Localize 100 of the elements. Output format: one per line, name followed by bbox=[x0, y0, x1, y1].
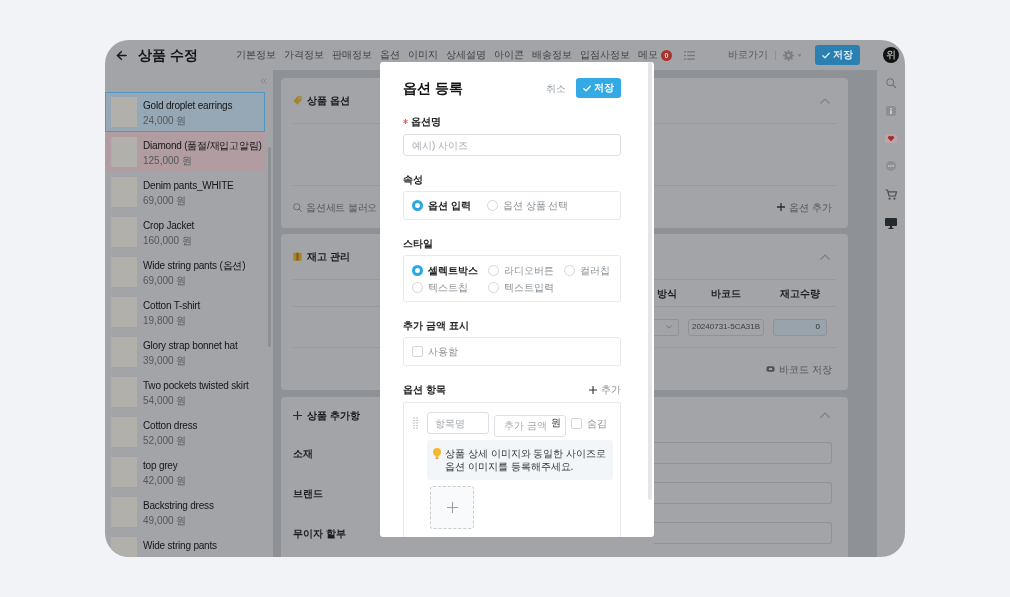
product-name: Cotton dress bbox=[143, 419, 198, 432]
radio-option[interactable]: 텍스트입력 bbox=[488, 279, 554, 295]
nav-tab[interactable]: 판매정보 bbox=[331, 49, 372, 61]
product-item[interactable]: Cotton dress 52,000 원 bbox=[105, 412, 265, 452]
currency-label: 원 bbox=[551, 416, 561, 429]
product-name: Denim pants_WHITE bbox=[143, 179, 234, 192]
nav-tab[interactable]: 가격정보 bbox=[283, 49, 324, 61]
product-price: 19,800 원 bbox=[143, 314, 188, 327]
cancel-button[interactable]: 취소 bbox=[546, 81, 566, 95]
product-item[interactable]: Two pockets twisted skirt 54,000 원 bbox=[105, 372, 265, 412]
product-name: Glory strap bonnet hat bbox=[143, 339, 238, 352]
lightbulb-icon bbox=[433, 448, 441, 459]
list-icon[interactable] bbox=[683, 50, 695, 60]
product-price: 125,000 원 bbox=[143, 154, 193, 167]
nav-tab[interactable]: 입점사정보 bbox=[579, 49, 630, 61]
photo-placeholder bbox=[111, 537, 137, 557]
nav-tab[interactable]: 상세설명 bbox=[445, 49, 486, 61]
box-icon bbox=[293, 252, 302, 261]
product-item[interactable]: Backstring dress 49,000 원 bbox=[105, 492, 265, 532]
product-item[interactable]: Glory strap bonnet hat 39,000 원 bbox=[105, 332, 265, 372]
plus-icon bbox=[589, 385, 597, 394]
product-item[interactable]: Diamond (품절/재입고알림) 125,000 원 bbox=[105, 132, 265, 172]
product-item[interactable]: top grey 42,000 원 bbox=[105, 452, 265, 492]
product-item[interactable]: Crop Jacket 160,000 원 bbox=[105, 212, 265, 252]
check-icon bbox=[822, 51, 830, 59]
product-price: 24,000 원 bbox=[143, 114, 188, 127]
field-label: 브랜드 bbox=[293, 486, 323, 500]
radio-option[interactable]: 셀렉트박스 bbox=[412, 262, 478, 278]
plus-icon bbox=[777, 203, 786, 211]
product-name: Wide string pants bbox=[143, 539, 217, 552]
product-item[interactable]: Wide string pants (옵션) 69,000 원 bbox=[105, 252, 265, 292]
field-label: 스타일 bbox=[403, 237, 433, 250]
tip-text: 상품 상세 이미지와 동일한 사이즈로 옵션 이미지를 등록해주세요. bbox=[445, 447, 607, 473]
product-price: 42,000 원 bbox=[143, 474, 187, 487]
nav-tab[interactable]: 옵션 bbox=[379, 49, 400, 61]
radio-option[interactable]: 텍스트칩 bbox=[412, 279, 478, 295]
nav-tab[interactable]: 배송정보 bbox=[531, 49, 572, 61]
check-icon bbox=[583, 84, 591, 92]
chevron-up-icon[interactable] bbox=[820, 412, 830, 418]
add-item-button[interactable]: 추가 bbox=[589, 383, 621, 396]
field-label: 소재 bbox=[293, 446, 313, 460]
card-title: 상품 추가항 bbox=[307, 408, 360, 422]
product-price: 69,000 원 bbox=[143, 274, 188, 287]
product-item[interactable]: Denim pants_WHITE 69,000 원 bbox=[105, 172, 265, 212]
chevron-up-icon[interactable] bbox=[820, 97, 830, 104]
photo-placeholder bbox=[111, 97, 137, 127]
save-button[interactable]: 저장 bbox=[576, 78, 621, 98]
field-label: 추가 금액 표시 bbox=[403, 319, 469, 332]
field-label: 옵션명 bbox=[411, 115, 441, 128]
chat-bubble-icon[interactable] bbox=[886, 161, 896, 171]
text-field[interactable] bbox=[654, 482, 832, 504]
product-name: Crop Jacket bbox=[143, 219, 195, 232]
column-header: 방식 bbox=[656, 286, 677, 300]
product-name: Diamond (품절/재입고알림) bbox=[143, 139, 262, 152]
info-icon[interactable] bbox=[886, 106, 896, 116]
checkbox-option[interactable]: 사용함 bbox=[412, 345, 458, 358]
radio-option[interactable]: 옵션 입력 bbox=[412, 197, 471, 214]
barcode-field[interactable]: 20240731-5CA31B bbox=[688, 318, 764, 336]
cart-icon[interactable] bbox=[885, 189, 897, 200]
monitor-icon[interactable] bbox=[885, 218, 897, 229]
load-option-set-button[interactable]: 옵션세트 불러오 bbox=[293, 200, 378, 214]
radio-option[interactable]: 컬러칩 bbox=[564, 262, 610, 278]
product-price: 52,000 원 bbox=[143, 434, 188, 447]
heart-icon[interactable] bbox=[885, 134, 897, 143]
column-header: 바코드 bbox=[711, 286, 741, 300]
text-field[interactable] bbox=[654, 522, 832, 544]
product-name: Backstring dress bbox=[143, 499, 214, 512]
product-item[interactable]: Cotton T-shirt 19,800 원 bbox=[105, 292, 265, 332]
quantity-field[interactable]: 0 bbox=[773, 318, 827, 336]
nav-tab[interactable]: 아이콘 bbox=[493, 49, 524, 61]
search-icon[interactable] bbox=[886, 78, 896, 88]
radio-option[interactable]: 옵션 상품 선택 bbox=[486, 197, 569, 214]
card-title: 재고 관리 bbox=[307, 250, 350, 263]
chevron-up-icon[interactable] bbox=[820, 253, 830, 260]
product-price: 160,000 원 bbox=[143, 234, 193, 247]
field-label: 무이자 할부 bbox=[293, 526, 346, 540]
nav-tab[interactable]: 기본정보 bbox=[235, 49, 276, 61]
save-button[interactable]: 저장 bbox=[815, 45, 860, 65]
barcode-save-button[interactable]: 바코드 저장 bbox=[766, 362, 832, 376]
avatar[interactable]: 위 bbox=[883, 47, 899, 63]
product-name: Cotton T-shirt bbox=[143, 299, 201, 312]
drag-handle-icon[interactable] bbox=[413, 417, 418, 429]
image-upload-button[interactable] bbox=[430, 486, 474, 529]
product-item[interactable]: Gold droplet earrings 24,000 원 bbox=[105, 92, 265, 132]
product-price: 54,000 원 bbox=[143, 394, 188, 407]
field-label: 속성 bbox=[403, 173, 423, 186]
checkbox-option[interactable]: 숨김 bbox=[571, 416, 607, 430]
field-label: 옵션 항목 bbox=[403, 383, 446, 396]
page-title: 상품 수정 bbox=[138, 46, 198, 64]
settings-icon[interactable] bbox=[783, 49, 794, 61]
double-chevron-left-icon[interactable] bbox=[260, 78, 267, 84]
radio-option[interactable]: 라디오버튼 bbox=[488, 262, 554, 278]
add-option-button[interactable]: 옵션 추가 bbox=[777, 200, 832, 214]
tag-icon bbox=[293, 96, 302, 105]
back-arrow-icon[interactable] bbox=[116, 49, 127, 61]
product-item[interactable]: Wide string pants bbox=[105, 532, 265, 557]
nav-tab[interactable]: 이미지 bbox=[407, 49, 438, 61]
text-field[interactable] bbox=[654, 442, 832, 464]
capsule-icon bbox=[766, 366, 776, 372]
shortcut-link[interactable]: 바로가기 bbox=[728, 49, 768, 61]
